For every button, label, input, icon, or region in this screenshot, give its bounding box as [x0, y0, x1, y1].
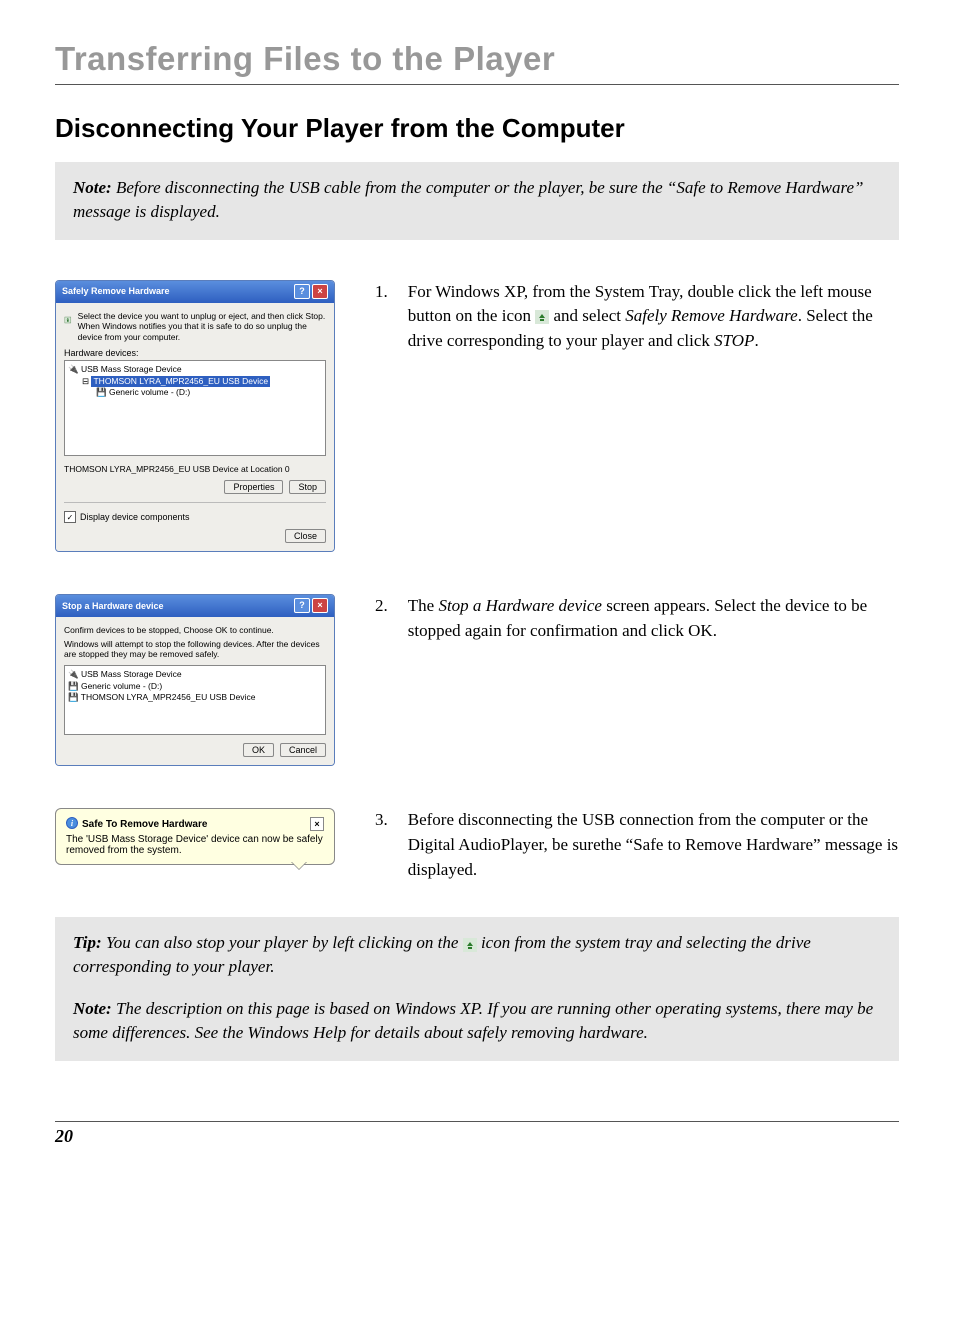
dialog-safely-remove: Safely Remove Hardware ? × Select the de… [55, 280, 335, 553]
list-item[interactable]: 💾 Generic volume - (D:) [68, 387, 322, 398]
note-text: Before disconnecting the USB cable from … [73, 178, 864, 221]
display-components-checkbox[interactable]: ✓ Display device components [64, 511, 326, 523]
stop-button[interactable]: Stop [289, 480, 326, 494]
checkbox-icon: ✓ [64, 511, 76, 523]
help-icon[interactable]: ? [294, 598, 310, 613]
list-item[interactable]: 🔌 USB Mass Storage Device [68, 669, 322, 680]
dialog1-title: Safely Remove Hardware [62, 286, 170, 296]
balloon-close-icon[interactable]: × [310, 817, 324, 831]
list-item-selected[interactable]: ⊟ THOMSON LYRA_MPR2456_EU USB Device [68, 376, 322, 387]
close-icon[interactable]: × [312, 284, 328, 299]
step-number: 3. [375, 808, 388, 882]
usb-eject-icon [64, 311, 72, 329]
note-box-top: Note: Before disconnecting the USB cable… [55, 162, 899, 240]
tip-label: Tip: [73, 933, 102, 952]
dialog1-listbox[interactable]: 🔌 USB Mass Storage Device ⊟ THOMSON LYRA… [64, 360, 326, 456]
step-number: 2. [375, 594, 388, 643]
note-label: Note: [73, 178, 112, 197]
list-item[interactable]: 💾 Generic volume - (D:) [68, 681, 322, 692]
dialog2-listbox[interactable]: 🔌 USB Mass Storage Device 💾 Generic volu… [64, 665, 326, 735]
help-icon[interactable]: ? [294, 284, 310, 299]
tip-text-pre: You can also stop your player by left cl… [102, 933, 463, 952]
step-3-row: iSafe To Remove Hardware × The 'USB Mass… [55, 808, 899, 883]
cancel-button[interactable]: Cancel [280, 743, 326, 757]
tip-note-box: Tip: You can also stop your player by le… [55, 917, 899, 1060]
info-icon: i [66, 817, 78, 829]
close-button[interactable]: Close [285, 529, 326, 543]
list-item[interactable]: 💾 THOMSON LYRA_MPR2456_EU USB Device [68, 692, 322, 703]
dialog1-status: THOMSON LYRA_MPR2456_EU USB Device at Lo… [64, 464, 326, 474]
dialog2-line2: Windows will attempt to stop the followi… [64, 639, 326, 659]
close-icon[interactable]: × [312, 598, 328, 613]
step-number: 1. [375, 280, 388, 354]
step-2-text: The Stop a Hardware device screen appear… [408, 594, 899, 643]
dialog-stop-device: Stop a Hardware device ? × Confirm devic… [55, 594, 335, 766]
usb-tray-icon [463, 938, 477, 952]
section-heading: Disconnecting Your Player from the Compu… [55, 113, 899, 144]
ok-button[interactable]: OK [243, 743, 274, 757]
step-2-row: Stop a Hardware device ? × Confirm devic… [55, 594, 899, 774]
usb-tray-icon [535, 310, 549, 324]
dialog1-hw-label: Hardware devices: [64, 348, 326, 358]
balloon-safe-to-remove: iSafe To Remove Hardware × The 'USB Mass… [55, 808, 335, 865]
note2-text: The description on this page is based on… [73, 999, 873, 1042]
step-1-text: For Windows XP, from the System Tray, do… [408, 280, 899, 354]
footer: 20 [55, 1121, 899, 1147]
dialog2-line1: Confirm devices to be stopped, Choose OK… [64, 625, 326, 635]
step-3-text: Before disconnecting the USB connection … [408, 808, 899, 882]
main-heading: Transferring Files to the Player [55, 40, 899, 78]
note2-label: Note: [73, 999, 112, 1018]
dialog1-intro: Select the device you want to unplug or … [78, 311, 326, 343]
step-1-row: Safely Remove Hardware ? × Select the de… [55, 280, 899, 561]
page-number: 20 [55, 1126, 899, 1147]
heading-rule [55, 84, 899, 85]
properties-button[interactable]: Properties [224, 480, 283, 494]
balloon-message: The 'USB Mass Storage Device' device can… [66, 834, 324, 856]
dialog2-title: Stop a Hardware device [62, 601, 164, 611]
list-item[interactable]: 🔌 USB Mass Storage Device [68, 364, 322, 375]
